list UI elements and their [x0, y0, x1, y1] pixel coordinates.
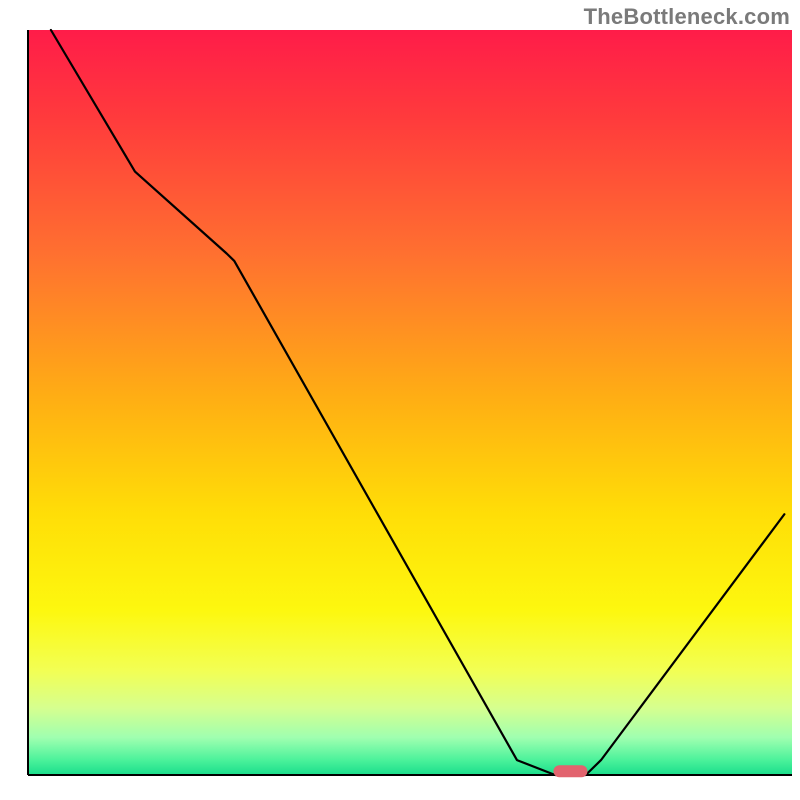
- gradient-background: [28, 30, 792, 775]
- plot-area: [28, 30, 792, 777]
- bottleneck-chart: TheBottleneck.com: [0, 0, 800, 800]
- chart-svg: [0, 0, 800, 800]
- optimal-marker: [553, 765, 587, 777]
